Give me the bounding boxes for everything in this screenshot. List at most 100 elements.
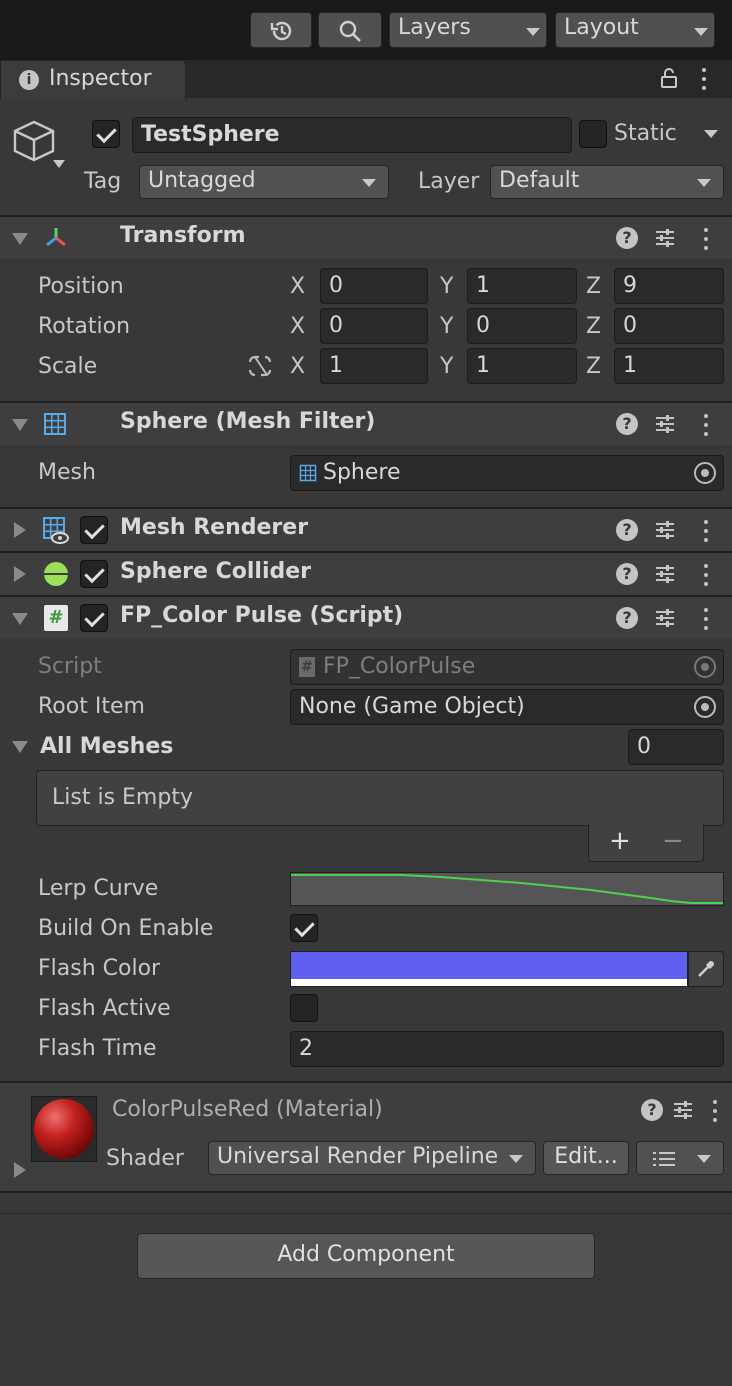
list-empty-text: List is Empty: [52, 785, 193, 810]
sphere-collider-title: Sphere Collider: [120, 559, 312, 584]
lerp-curve-field[interactable]: [290, 872, 724, 906]
sphere-collider-icon: [44, 562, 68, 586]
position-x-input[interactable]: 0: [320, 268, 428, 304]
help-icon[interactable]: ?: [641, 1099, 663, 1121]
component-menu-icon[interactable]: [704, 520, 708, 542]
foldout-open-icon: [12, 613, 28, 625]
rotation-z-input[interactable]: 0: [614, 308, 724, 344]
object-picker-icon[interactable]: [694, 696, 716, 718]
list-icon: [653, 1152, 675, 1166]
layers-label: Layers: [398, 15, 471, 40]
search-button[interactable]: [318, 12, 382, 48]
foldout-open-icon[interactable]: [12, 741, 28, 753]
preset-icon[interactable]: [654, 519, 676, 541]
rotation-y-input[interactable]: 0: [467, 308, 577, 344]
preset-icon[interactable]: [654, 607, 676, 629]
object-picker-icon[interactable]: [694, 462, 716, 484]
preset-icon[interactable]: [654, 413, 676, 435]
component-menu-icon[interactable]: [704, 608, 708, 630]
shader-value: Universal Render Pipeline: [217, 1144, 499, 1169]
axis-y-label: Y: [440, 274, 454, 299]
script-title: FP_Color Pulse (Script): [120, 603, 404, 628]
shader-options-dropdown[interactable]: [636, 1141, 724, 1175]
chevron-down-icon: [697, 1155, 711, 1163]
tag-dropdown[interactable]: Untagged: [139, 165, 389, 199]
color-swatch: [291, 952, 687, 979]
flash-color-label: Flash Color: [38, 956, 161, 981]
layer-label: Layer: [418, 169, 480, 194]
help-icon[interactable]: ?: [616, 519, 638, 541]
static-dropdown-icon[interactable]: [704, 130, 718, 138]
list-box: List is Empty: [36, 770, 724, 826]
shader-dropdown[interactable]: Universal Render Pipeline: [208, 1141, 536, 1175]
flash-time-label: Flash Time: [38, 1036, 157, 1061]
add-element-button[interactable]: +: [609, 826, 631, 856]
color-pulse-script-header[interactable]: # FP_Color Pulse (Script) ?: [0, 597, 732, 639]
lock-icon[interactable]: [660, 67, 678, 89]
mesh-renderer-enabled-checkbox[interactable]: [80, 516, 108, 544]
script-icon: #: [299, 657, 315, 677]
build-on-enable-checkbox[interactable]: [290, 914, 318, 942]
script-value: FP_ColorPulse: [323, 654, 476, 679]
position-z-input[interactable]: 9: [614, 268, 724, 304]
material-title: ColorPulseRed (Material): [112, 1097, 383, 1122]
sphere-collider-enabled-checkbox[interactable]: [80, 560, 108, 588]
root-item-value: None (Game Object): [299, 694, 525, 719]
component-menu-icon[interactable]: [713, 1100, 717, 1122]
mesh-value: Sphere: [323, 460, 401, 485]
help-icon[interactable]: ?: [616, 227, 638, 249]
preset-icon[interactable]: [672, 1099, 694, 1121]
help-icon[interactable]: ?: [616, 413, 638, 435]
gameobject-active-checkbox[interactable]: [92, 120, 120, 148]
gameobject-name-input[interactable]: TestSphere: [132, 117, 572, 153]
axis-x-label: X: [290, 314, 306, 339]
mesh-filter-icon: [44, 413, 66, 435]
layers-dropdown[interactable]: Layers: [389, 12, 547, 48]
preset-icon[interactable]: [654, 563, 676, 585]
component-menu-icon[interactable]: [704, 228, 708, 250]
foldout-closed-icon[interactable]: [14, 1162, 26, 1178]
axis-z-label: Z: [586, 354, 602, 379]
all-meshes-size-input[interactable]: 0: [628, 729, 724, 765]
component-menu-icon[interactable]: [704, 564, 708, 586]
axis-x-label: X: [290, 354, 306, 379]
mesh-filter-header[interactable]: Sphere (Mesh Filter) ?: [0, 403, 732, 445]
eyedropper-button[interactable]: [688, 951, 724, 987]
mesh-label: Mesh: [38, 460, 96, 485]
mesh-object-field[interactable]: Sphere: [290, 455, 724, 491]
layer-dropdown[interactable]: Default: [490, 165, 724, 199]
transform-header[interactable]: Transform ?: [0, 217, 732, 259]
help-icon[interactable]: ?: [616, 563, 638, 585]
help-icon[interactable]: ?: [616, 607, 638, 629]
rotation-x-input[interactable]: 0: [320, 308, 428, 344]
edit-shader-button[interactable]: Edit...: [543, 1141, 629, 1175]
component-menu-icon[interactable]: [704, 414, 708, 436]
tab-inspector[interactable]: i Inspector: [0, 60, 186, 100]
tab-menu-icon[interactable]: [702, 68, 706, 90]
preset-icon[interactable]: [654, 227, 676, 249]
material-preview[interactable]: [31, 1096, 97, 1162]
add-component-button[interactable]: Add Component: [137, 1233, 595, 1279]
flash-active-label: Flash Active: [38, 996, 171, 1021]
constrain-proportions-icon[interactable]: [246, 354, 274, 378]
history-button[interactable]: [250, 12, 312, 48]
sphere-collider-header[interactable]: Sphere Collider ?: [0, 553, 732, 595]
layout-dropdown[interactable]: Layout: [555, 12, 715, 48]
position-y-input[interactable]: 1: [467, 268, 577, 304]
static-checkbox[interactable]: [579, 120, 607, 148]
root-item-object-field[interactable]: None (Game Object): [290, 689, 724, 725]
scale-z-input[interactable]: 1: [614, 348, 724, 384]
flash-time-input[interactable]: 2: [290, 1031, 724, 1067]
scale-x-input[interactable]: 1: [320, 348, 428, 384]
gameobject-cube-icon[interactable]: [12, 118, 72, 174]
chevron-down-icon: [697, 179, 711, 187]
all-meshes-label[interactable]: All Meshes: [40, 734, 173, 759]
flash-active-checkbox[interactable]: [290, 994, 318, 1022]
object-picker-icon: [694, 656, 716, 678]
flash-color-field[interactable]: [290, 951, 688, 987]
build-on-enable-label: Build On Enable: [38, 916, 214, 941]
mesh-renderer-header[interactable]: Mesh Renderer ?: [0, 509, 732, 551]
script-enabled-checkbox[interactable]: [80, 604, 108, 632]
scale-y-input[interactable]: 1: [467, 348, 577, 384]
remove-element-button[interactable]: −: [662, 826, 684, 856]
